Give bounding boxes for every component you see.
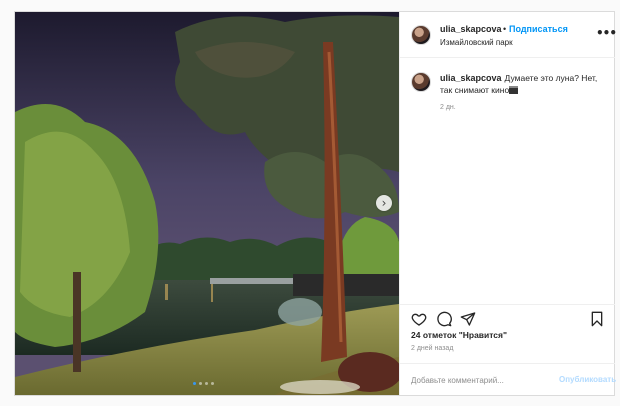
separator: • [503, 24, 507, 34]
follow-button[interactable]: Подписаться [509, 24, 568, 34]
avatar[interactable] [411, 25, 431, 45]
bookmark-icon[interactable] [589, 311, 605, 327]
comment-input[interactable] [411, 373, 541, 387]
likes-count[interactable]: 24 отметок "Нравится" [411, 330, 507, 340]
carousel-dot [199, 382, 202, 385]
paper-plane-icon[interactable] [460, 311, 476, 327]
publish-button[interactable]: Опубликовать [559, 375, 616, 384]
caption-text: ulia_skapcova Думаете это луна? Нет, так … [440, 72, 605, 96]
post-sidebar: ulia_skapcova • Подписаться Измайловский… [399, 12, 617, 395]
carousel-indicator [193, 382, 214, 385]
caption-avatar[interactable] [411, 72, 431, 92]
more-options-icon[interactable]: ••• [596, 26, 617, 40]
location-link[interactable]: Измайловский парк [440, 38, 513, 47]
post-photo[interactable]: › [15, 12, 399, 395]
comment-bar: Опубликовать [400, 363, 616, 395]
carousel-dot [205, 382, 208, 385]
carousel-dot [193, 382, 196, 385]
next-photo-button[interactable]: › [376, 195, 392, 211]
clapper-board-icon [509, 86, 519, 94]
author-username[interactable]: ulia_skapcova [440, 24, 502, 34]
caption-username[interactable]: ulia_skapcova [440, 73, 502, 83]
park-night-photo [15, 12, 399, 395]
caption-timestamp: 2 дн. [440, 104, 456, 111]
post-timestamp: 2 дней назад [411, 345, 454, 352]
carousel-dot [211, 382, 214, 385]
post-header: ulia_skapcova • Подписаться Измайловский… [400, 12, 617, 58]
comment-icon[interactable] [436, 311, 452, 327]
heart-icon[interactable] [411, 311, 427, 327]
instagram-post: › ulia_skapcova • Подписаться Измайловск… [14, 11, 617, 396]
